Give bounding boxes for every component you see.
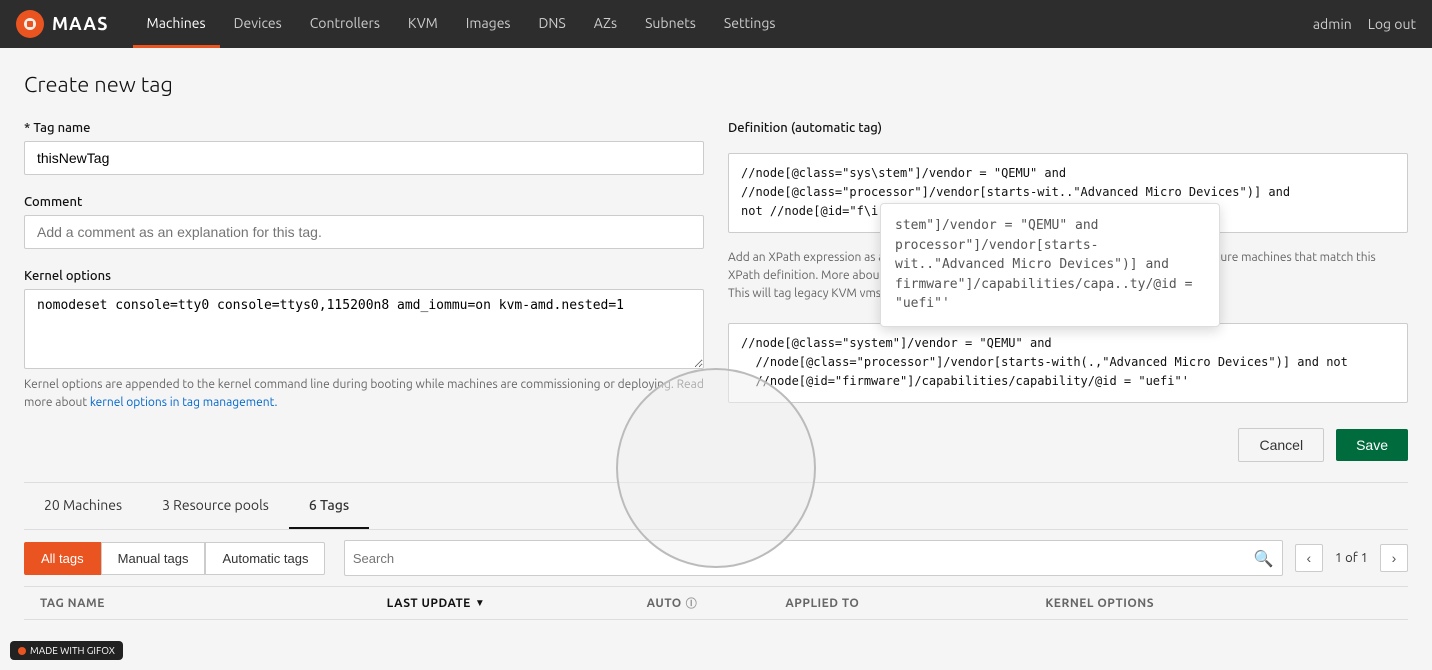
kernel-options-field: Kernel options nomodeset console=tty0 co… [24, 269, 704, 412]
next-page-button[interactable]: › [1380, 544, 1408, 572]
col-kernel-options: KERNEL OPTIONS [1045, 595, 1392, 611]
tab-resource-pools[interactable]: 3 Resource pools [142, 483, 289, 529]
kernel-options-help: Kernel options are appended to the kerne… [24, 376, 704, 412]
tag-name-label: * Tag name [24, 121, 704, 135]
tooltip-popup: stem"]/vendor = "QEMU" and processor"]/v… [880, 203, 1220, 327]
tab-tags[interactable]: 6 Tags [289, 483, 369, 529]
gifox-dot [18, 647, 26, 655]
cancel-button[interactable]: Cancel [1238, 428, 1324, 462]
logout-link[interactable]: Log out [1368, 16, 1416, 32]
nav-images[interactable]: Images [452, 0, 525, 48]
comment-field: Comment [24, 195, 704, 249]
form-left: * Tag name Comment Kernel options nomode… [24, 121, 704, 412]
nav-right: admin Log out [1313, 16, 1416, 32]
tooltip-line2: processor"]/vendor[starts-wit.."Advanced… [895, 236, 1205, 275]
nav-settings[interactable]: Settings [710, 0, 790, 48]
table-header: TAG NAME LAST UPDATE ▼ AUTO ⓘ APPLIED TO… [24, 587, 1408, 620]
kernel-options-link[interactable]: kernel options in tag management. [90, 396, 278, 409]
kernel-options-label: Kernel options [24, 269, 704, 283]
action-row: Cancel Save [24, 428, 1408, 462]
search-box: 🔍 [344, 540, 1283, 576]
nav-machines[interactable]: Machines [133, 0, 220, 48]
page-title: Create new tag [24, 72, 1408, 97]
col-last-update[interactable]: LAST UPDATE ▼ [387, 595, 647, 611]
col-tag-name[interactable]: TAG NAME [40, 595, 387, 611]
filter-manual-tags[interactable]: Manual tags [101, 542, 206, 575]
page-info: 1 of 1 [1327, 551, 1376, 565]
comment-input[interactable] [24, 215, 704, 249]
admin-link[interactable]: admin [1313, 16, 1352, 32]
definition-label: Definition (automatic tag) [728, 121, 1408, 135]
gifox-label: MADE WITH GIFOX [30, 645, 115, 656]
info-icon: ⓘ [686, 595, 698, 611]
page-content: Create new tag * Tag name Comment Kernel… [0, 48, 1432, 670]
filter-row: All tags Manual tags Automatic tags 🔍 ‹ … [24, 530, 1408, 587]
tag-name-field: * Tag name [24, 121, 704, 175]
logo-text: MAAS [52, 14, 109, 34]
search-icon: 🔍 [1254, 549, 1274, 568]
logo-icon [16, 10, 44, 38]
tabs-section: 20 Machines 3 Resource pools 6 Tags All … [24, 482, 1408, 620]
gifox-badge: MADE WITH GIFOX [10, 641, 123, 660]
filter-automatic-tags[interactable]: Automatic tags [205, 542, 325, 575]
pagination-row: ‹ 1 of 1 › [1295, 544, 1408, 572]
tooltip-line3: firmware"]/capabilities/capa..ty/@id = "… [895, 275, 1205, 314]
prev-page-button[interactable]: ‹ [1295, 544, 1323, 572]
tab-machines[interactable]: 20 Machines [24, 483, 142, 529]
comment-label: Comment [24, 195, 704, 209]
tooltip-line1: stem"]/vendor = "QEMU" and [895, 216, 1205, 236]
top-navigation: MAAS Machines Devices Controllers KVM Im… [0, 0, 1432, 48]
nav-azs[interactable]: AZs [580, 0, 631, 48]
nav-subnets[interactable]: Subnets [631, 0, 710, 48]
save-button[interactable]: Save [1336, 429, 1408, 461]
sort-icon: ▼ [475, 597, 485, 609]
col-applied-to: APPLIED TO [785, 595, 1045, 611]
col-auto[interactable]: AUTO ⓘ [647, 595, 786, 611]
definition-result: //node[@class="system"]/vendor = "QEMU" … [728, 323, 1408, 403]
nav-kvm[interactable]: KVM [394, 0, 452, 48]
tabs-count-row: 20 Machines 3 Resource pools 6 Tags [24, 483, 1408, 530]
logo: MAAS [16, 10, 109, 38]
filter-all-tags[interactable]: All tags [24, 542, 101, 575]
nav-controllers[interactable]: Controllers [296, 0, 394, 48]
kernel-options-input[interactable]: nomodeset console=tty0 console=ttys0,115… [24, 289, 704, 369]
tag-name-input[interactable] [24, 141, 704, 175]
nav-dns[interactable]: DNS [525, 0, 580, 48]
nav-devices[interactable]: Devices [220, 0, 296, 48]
search-input[interactable] [353, 551, 1254, 566]
